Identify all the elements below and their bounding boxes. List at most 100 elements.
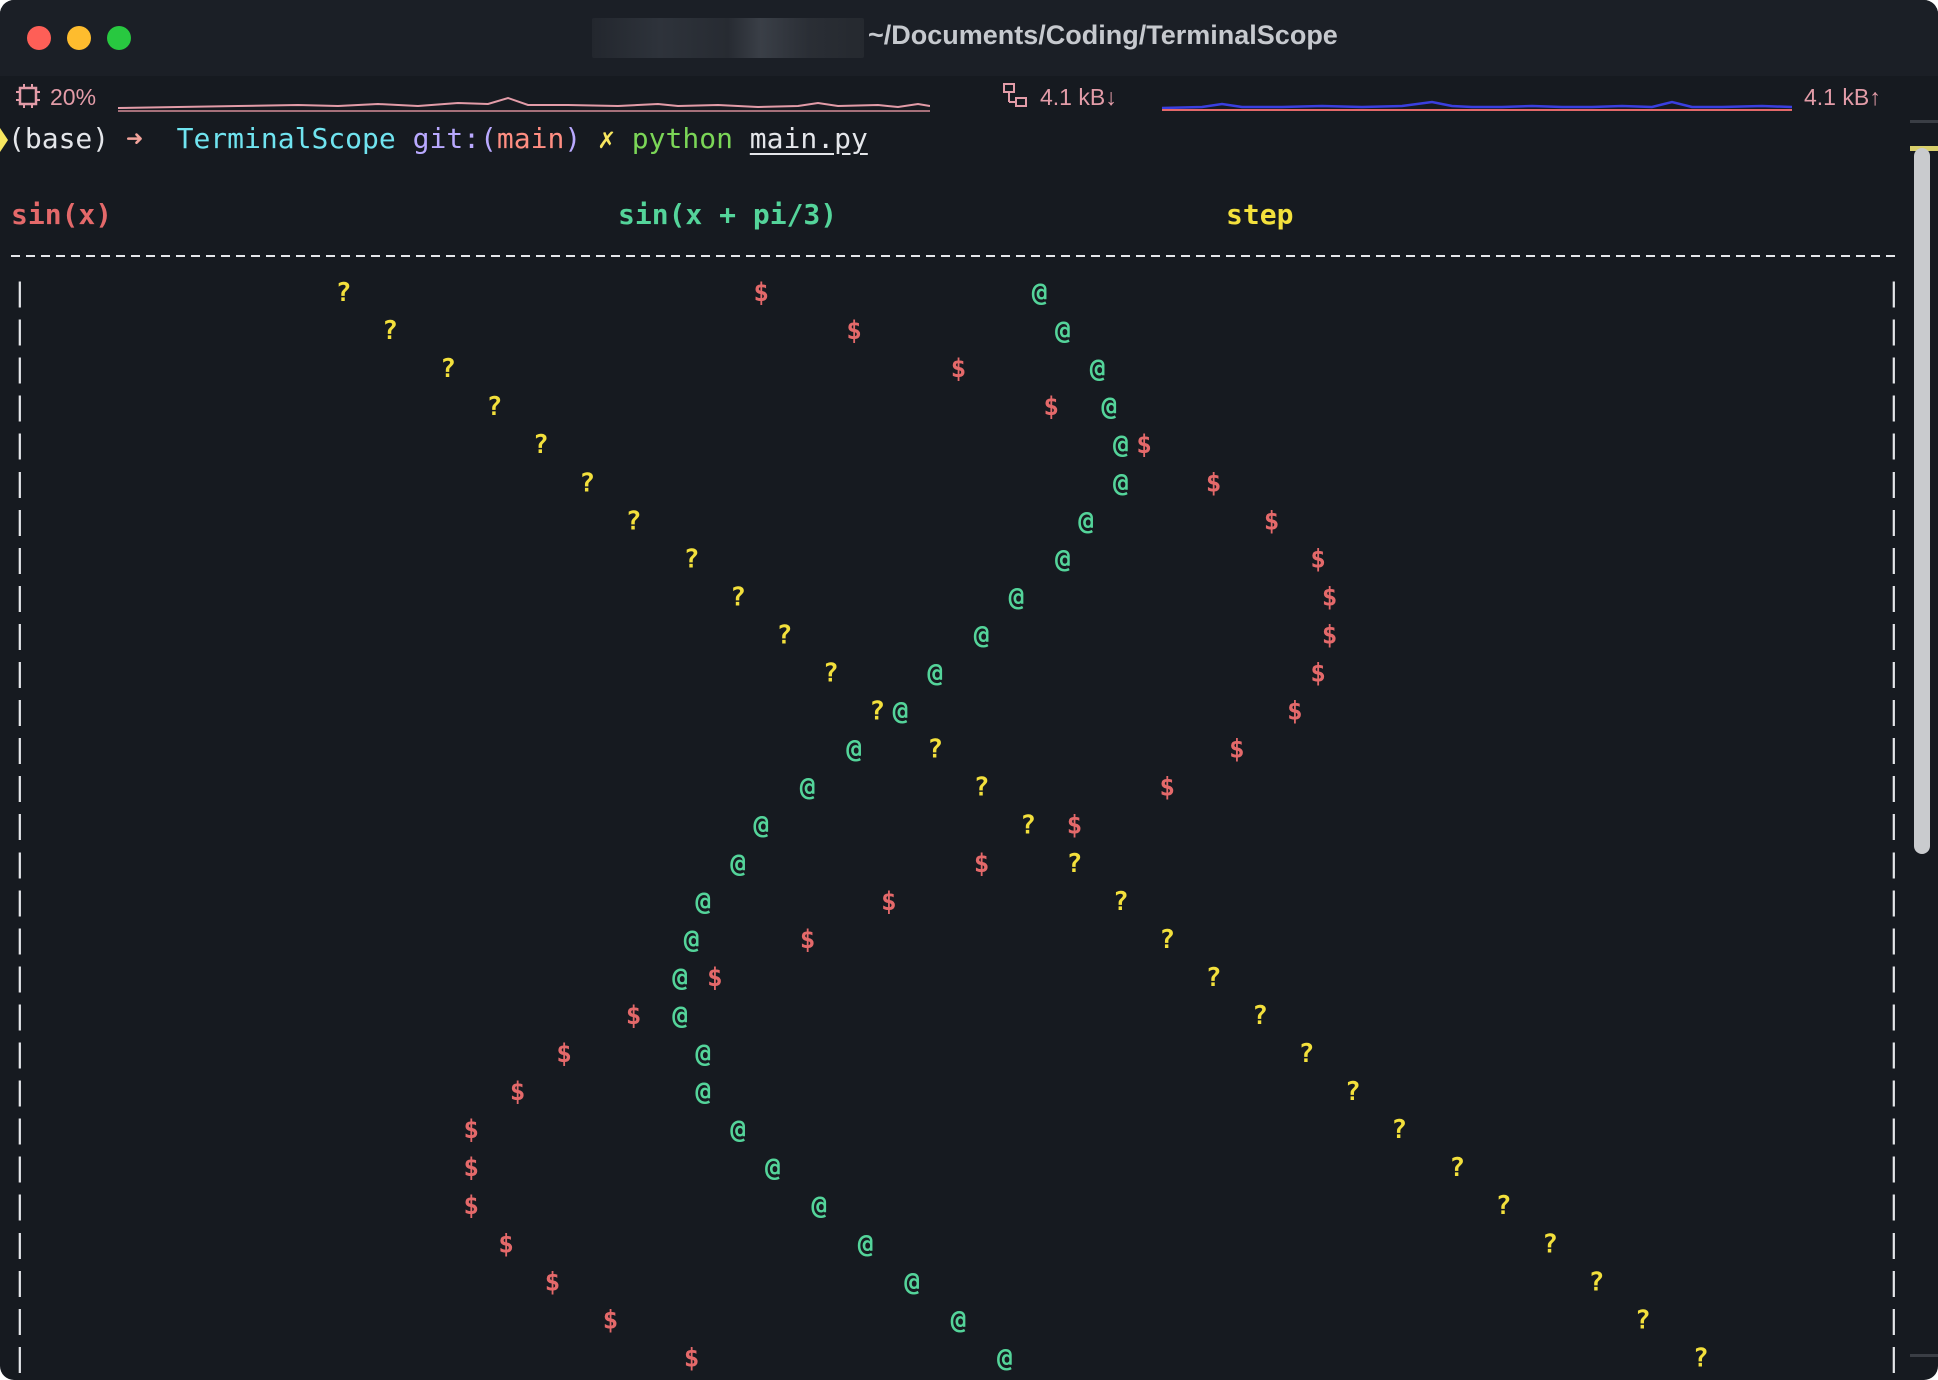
plot-left-border: |: [12, 1267, 28, 1297]
current-directory: TerminalScope: [176, 122, 396, 155]
plot-right-border: |: [1886, 468, 1902, 498]
plot-left-border: |: [12, 544, 28, 574]
plot-point-step: ?: [1252, 1001, 1268, 1031]
plot-point-sin-shift: @: [695, 1039, 711, 1069]
plot-point-sin-shift: @: [951, 1305, 967, 1335]
plot-point-sin-shift: @: [730, 849, 746, 879]
plot-left-border: |: [12, 811, 28, 841]
plot-point-sin-shift: @: [846, 735, 862, 765]
plot-right-border: |: [1886, 697, 1902, 727]
plot-point-sin-shift: @: [730, 1115, 746, 1145]
plot-right-border: |: [1886, 773, 1902, 803]
scrollbar-top-edge: [1910, 120, 1938, 123]
net-download: 4.1 kB↓: [1040, 84, 1117, 110]
plot-right-border: |: [1886, 1343, 1902, 1373]
plot-left-border: |: [12, 278, 28, 308]
plot-right-border: |: [1886, 925, 1902, 955]
plot-point-sin-shift: @: [684, 925, 700, 955]
plot-right-border: |: [1886, 506, 1902, 536]
plot-left-border: |: [12, 620, 28, 650]
plot-point-sin-shift: @: [904, 1267, 920, 1297]
git-branch: main: [496, 122, 565, 155]
network-icon: [1003, 83, 1027, 107]
plot-point-sin-shift: @: [1090, 354, 1106, 384]
plot-point-sin-shift: @: [753, 811, 769, 841]
maximize-window-button[interactable]: [107, 26, 131, 50]
plot-right-border: |: [1886, 963, 1902, 993]
plot-point-sin-shift: @: [1113, 468, 1129, 498]
plot-point-step: ?: [869, 697, 885, 727]
plot-point-sin-shift: @: [1078, 506, 1094, 536]
plot-right-border: |: [1886, 316, 1902, 346]
plot-left-border: |: [12, 963, 28, 993]
redacted-title-segment: [592, 18, 864, 58]
plot-point-sin-shift: @: [997, 1343, 1013, 1373]
plot-point-sin: $: [603, 1305, 619, 1335]
plot-left-border: |: [12, 659, 28, 689]
prompt-line: (base) ➜ TerminalScope git:(main) ✗ pyth…: [8, 122, 868, 155]
plot-point-sin-shift: @: [811, 1191, 827, 1221]
plot-right-border: |: [1886, 1305, 1902, 1335]
plot-left-border: |: [12, 697, 28, 727]
plot-point-sin-shift: @: [1009, 582, 1025, 612]
command: python: [631, 122, 733, 155]
plot-right-border: |: [1886, 659, 1902, 689]
plot-left-border: |: [12, 506, 28, 536]
git-label-close: ): [564, 122, 582, 155]
git-label: git:(: [412, 122, 497, 155]
plot-left-border: |: [12, 925, 28, 955]
conda-env: (base): [8, 122, 110, 155]
scrollbar-bottom-edge: [1910, 1354, 1938, 1357]
plot-point-sin: $: [463, 1191, 479, 1221]
plot-point-step: ?: [1113, 887, 1129, 917]
plot-point-sin: $: [1310, 544, 1326, 574]
plot-left-border: |: [12, 1305, 28, 1335]
terminal-window: ~/Documents/Coding/TerminalScope 20% 4.1…: [0, 0, 1938, 1380]
plot-right-border: |: [1886, 887, 1902, 917]
plot-point-step: ?: [1589, 1267, 1605, 1297]
command-argument[interactable]: main.py: [750, 122, 868, 155]
plot-right-border: |: [1886, 1191, 1902, 1221]
plot-left-border: |: [12, 849, 28, 879]
plot-point-step: ?: [533, 430, 549, 460]
plot-point-step: ?: [382, 316, 398, 346]
close-window-button[interactable]: [27, 26, 51, 50]
plot-point-sin: $: [1136, 430, 1152, 460]
scrollbar-thumb[interactable]: [1914, 148, 1930, 854]
plot-right-border: |: [1886, 278, 1902, 308]
plot-point-sin-shift: @: [1055, 544, 1071, 574]
plot-point-sin: $: [1206, 468, 1222, 498]
plot-point-sin-shift: @: [672, 1001, 688, 1031]
plot-right-border: |: [1886, 392, 1902, 422]
plot-point-sin-shift: @: [927, 659, 943, 689]
plot-point-sin: $: [1322, 582, 1338, 612]
plot-point-sin: $: [753, 278, 769, 308]
plot-point-step: ?: [823, 659, 839, 689]
plot-point-sin: $: [846, 316, 862, 346]
plot-right-border: |: [1886, 544, 1902, 574]
plot-right-border: |: [1886, 1229, 1902, 1259]
plot-left-border: |: [12, 392, 28, 422]
prompt-arrow-icon: ➜: [126, 122, 143, 155]
plot-point-sin-shift: @: [695, 1077, 711, 1107]
plot-point-step: ?: [336, 278, 352, 308]
plot-point-sin: $: [1067, 811, 1083, 841]
plot-point-sin: $: [1310, 659, 1326, 689]
minimize-window-button[interactable]: [67, 26, 91, 50]
plot-right-border: |: [1886, 582, 1902, 612]
plot-left-border: |: [12, 1115, 28, 1145]
plot-right-border: |: [1886, 430, 1902, 460]
plot-point-step: ?: [1345, 1077, 1361, 1107]
plot-point-sin-shift: @: [1113, 430, 1129, 460]
plot-point-sin-shift: @: [800, 773, 816, 803]
plot-left-border: |: [12, 354, 28, 384]
plot-point-step: ?: [626, 506, 642, 536]
plot-left-border: |: [12, 1229, 28, 1259]
plot-point-step: ?: [579, 468, 595, 498]
plot-point-sin: $: [498, 1229, 514, 1259]
plot-point-sin-shift: @: [765, 1153, 781, 1183]
legend-sin-x-pi3: sin(x + pi/3): [618, 198, 838, 231]
plot-left-border: |: [12, 1039, 28, 1069]
plot-point-sin-shift: @: [858, 1229, 874, 1259]
plot-left-border: |: [12, 1001, 28, 1031]
